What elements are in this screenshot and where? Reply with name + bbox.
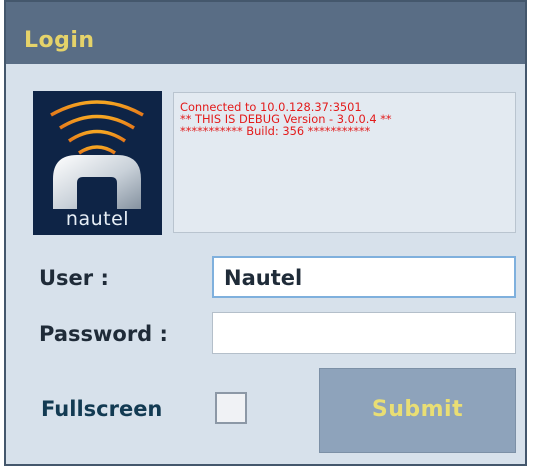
logo-wordmark: nautel (65, 208, 130, 230)
user-input[interactable]: Nautel (212, 256, 516, 298)
nautel-logo: nautel (33, 91, 162, 235)
window-title: Login (24, 28, 95, 53)
submit-button[interactable]: Submit (319, 368, 516, 453)
title-bar: Login (6, 2, 525, 64)
status-line: *********** Build: 356 *********** (180, 124, 371, 138)
password-label: Password : (39, 322, 168, 346)
password-input[interactable] (212, 312, 516, 354)
login-window: Login nautel Connected to 10.0.128.37:35… (4, 0, 527, 466)
user-label: User : (39, 266, 109, 290)
fullscreen-checkbox[interactable] (215, 392, 247, 424)
fullscreen-label: Fullscreen (41, 397, 163, 421)
connection-status-panel: Connected to 10.0.128.37:3501 ** THIS IS… (173, 92, 516, 233)
